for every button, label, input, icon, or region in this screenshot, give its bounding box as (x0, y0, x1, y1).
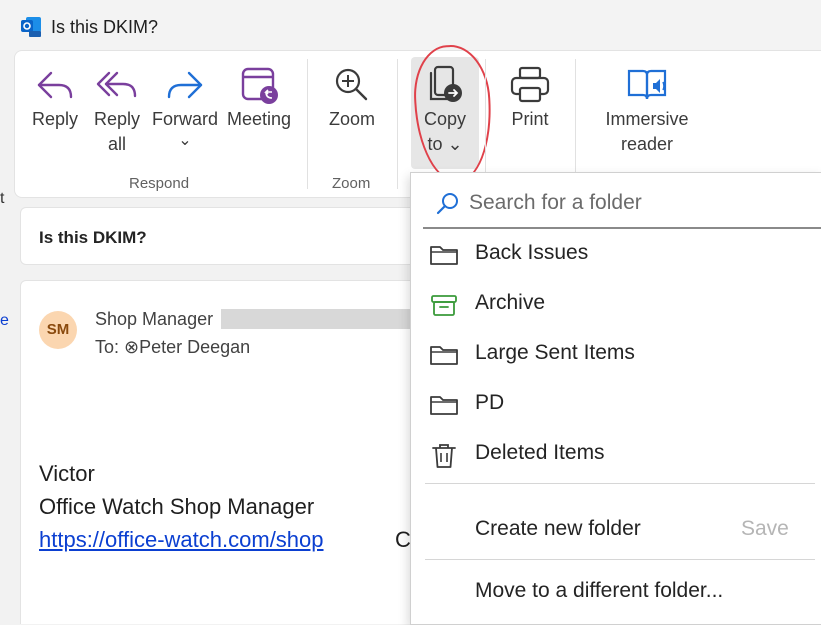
folder-label: Large Sent Items (475, 341, 635, 364)
folder-icon (430, 396, 458, 415)
folder-item-archive[interactable]: Archive (425, 283, 815, 327)
avatar[interactable]: SM (39, 311, 77, 349)
zoom-in-icon (335, 68, 368, 101)
copy-to-folder-menu: Search for a folder Back Issues Archive … (410, 172, 821, 625)
ribbon-separator (397, 59, 398, 189)
message-pane: SM Shop Manager To: ⊗Peter Deegan Victor… (20, 280, 442, 624)
ribbon-separator (575, 59, 576, 189)
print-label: Print (511, 109, 549, 129)
folder-search-input[interactable]: Search for a folder (423, 179, 821, 229)
zoom-label: Zoom (328, 109, 375, 129)
sender-name[interactable]: Shop Manager (95, 309, 213, 330)
body-fragment: C (395, 527, 411, 552)
folder-item-large-sent-items[interactable]: Large Sent Items (425, 333, 815, 377)
folder-item-pd[interactable]: PD (425, 383, 815, 427)
signature-link[interactable]: https://office-watch.com/shop (39, 527, 324, 553)
menu-divider (425, 483, 815, 484)
forward-button[interactable]: Forward ⌄ (150, 65, 220, 150)
reply-button[interactable]: Reply (29, 65, 81, 132)
folder-label: PD (475, 391, 505, 414)
zoom-group-label: Zoom (332, 175, 371, 192)
folder-label: Deleted Items (475, 441, 605, 464)
archive-icon (431, 295, 457, 316)
respond-group-label: Respond (129, 175, 190, 192)
move-to-different-folder-item[interactable]: Move to a different folder... (475, 579, 723, 603)
signature-name: Victor (39, 461, 95, 486)
folder-label: Archive (475, 291, 546, 314)
immersive-label-1: Immersive (605, 109, 689, 129)
forward-label: Forward (151, 109, 218, 129)
immersive-reader-button[interactable]: Immersive reader (595, 65, 699, 157)
edge-fragment: t (0, 190, 5, 207)
create-new-folder-input[interactable]: Create new folder (475, 517, 641, 541)
window-title: Is this DKIM? (51, 17, 159, 37)
message-subject: Is this DKIM? (39, 228, 147, 247)
forward-icon (167, 71, 203, 99)
recipient-line[interactable]: To: ⊗Peter Deegan (95, 337, 250, 358)
reply-all-label-2: all (107, 134, 126, 154)
meeting-button[interactable]: Meeting (223, 65, 295, 132)
zoom-button[interactable]: Zoom (319, 65, 385, 132)
edge-fragment: e (0, 312, 9, 329)
immersive-reader-icon (627, 69, 667, 100)
search-icon (436, 193, 458, 215)
trash-icon (432, 444, 456, 468)
signature-title: Office Watch Shop Manager (39, 494, 315, 519)
folder-item-deleted-items[interactable]: Deleted Items (425, 433, 815, 477)
reply-all-icon (96, 71, 137, 98)
save-button[interactable]: Save (741, 517, 789, 541)
menu-divider (425, 559, 815, 560)
reply-label: Reply (31, 109, 79, 129)
immersive-label-2: reader (620, 134, 674, 154)
print-button[interactable]: Print (499, 65, 561, 132)
meeting-label: Meeting (226, 109, 292, 129)
printer-icon (510, 66, 550, 103)
reply-all-button[interactable]: Reply all (91, 65, 143, 157)
reply-all-label-1: Reply (93, 109, 141, 129)
chevron-down-icon: ⌄ (178, 132, 192, 149)
reply-icon (37, 71, 73, 99)
redacted-email (221, 309, 441, 329)
folder-label: Back Issues (475, 241, 589, 264)
meeting-icon (241, 67, 278, 104)
outlook-new-icon (21, 17, 41, 37)
folder-icon (430, 346, 458, 365)
subject-bar: Is this DKIM? (20, 207, 422, 265)
search-placeholder: Search for a folder (469, 191, 642, 214)
ribbon-separator (307, 59, 308, 189)
ribbon-separator (485, 59, 486, 189)
folder-icon (430, 246, 458, 265)
folder-item-back-issues[interactable]: Back Issues (425, 233, 815, 277)
